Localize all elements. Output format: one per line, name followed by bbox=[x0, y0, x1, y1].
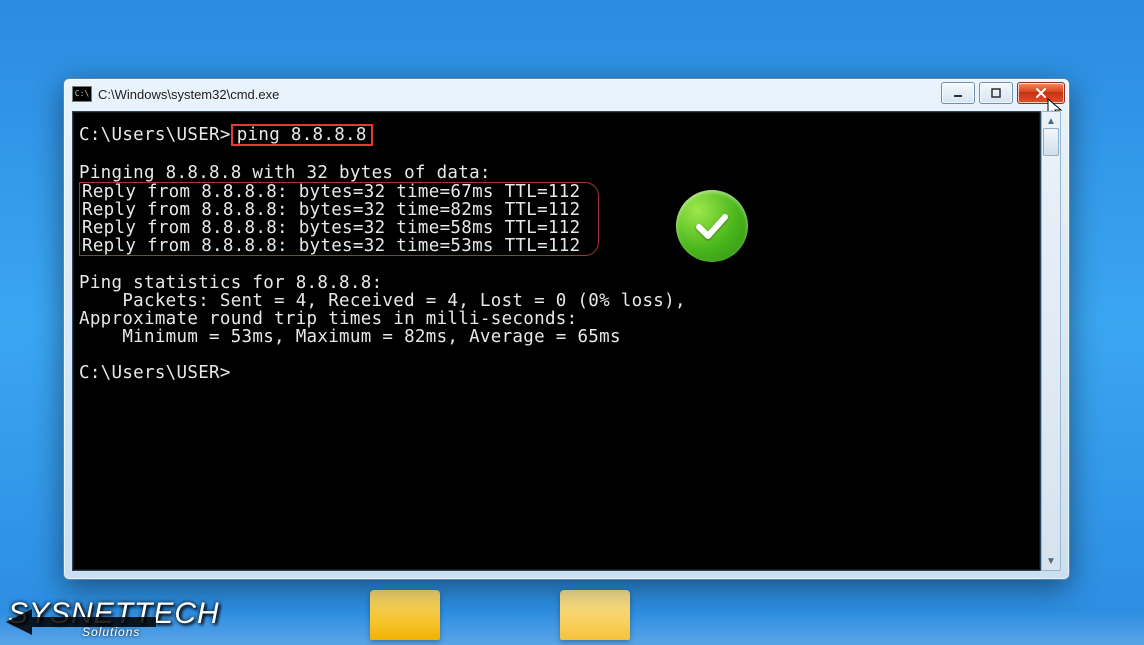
cmd-icon-text: C:\ bbox=[75, 90, 89, 98]
typed-command: ping 8.8.8.8 bbox=[231, 124, 373, 146]
ping-replies-block: Reply from 8.8.8.8: bytes=32 time=67ms T… bbox=[79, 182, 599, 256]
vertical-scrollbar[interactable]: ▲ ▼ bbox=[1041, 111, 1061, 571]
scrollbar-thumb[interactable] bbox=[1043, 128, 1059, 156]
success-check-badge bbox=[676, 190, 748, 262]
minimize-icon bbox=[953, 88, 963, 98]
brand-arrow-icon bbox=[6, 605, 216, 639]
cmd-icon: C:\ bbox=[72, 86, 92, 102]
prompt: C:\Users\USER> bbox=[79, 125, 231, 145]
close-icon bbox=[1035, 87, 1047, 99]
ping-stats-packets: Packets: Sent = 4, Received = 4, Lost = … bbox=[79, 291, 686, 311]
close-button[interactable] bbox=[1017, 82, 1065, 104]
terminal-output: C:\Users\USER>ping 8.8.8.8 Pinging 8.8.8… bbox=[73, 112, 1040, 388]
maximize-icon bbox=[991, 88, 1001, 98]
ping-reply-line: Reply from 8.8.8.8: bytes=32 time=82ms T… bbox=[82, 200, 580, 220]
window-title: C:\Windows\system32\cmd.exe bbox=[98, 87, 279, 102]
ping-header-line: Pinging 8.8.8.8 with 32 bytes of data: bbox=[79, 163, 491, 183]
ping-rtt-values: Minimum = 53ms, Maximum = 82ms, Average … bbox=[79, 327, 621, 347]
titlebar[interactable]: C:\ C:\Windows\system32\cmd.exe bbox=[64, 79, 1069, 109]
ping-reply-line: Reply from 8.8.8.8: bytes=32 time=53ms T… bbox=[82, 236, 580, 256]
cmd-window: C:\ C:\Windows\system32\cmd.exe C:\Users… bbox=[63, 78, 1070, 580]
check-icon bbox=[691, 205, 733, 247]
ping-reply-line: Reply from 8.8.8.8: bytes=32 time=58ms T… bbox=[82, 218, 580, 238]
ping-stats-header: Ping statistics for 8.8.8.8: bbox=[79, 273, 382, 293]
ping-reply-line: Reply from 8.8.8.8: bytes=32 time=67ms T… bbox=[82, 182, 580, 202]
taskbar-folder-icon bbox=[560, 590, 630, 640]
scroll-up-icon[interactable]: ▲ bbox=[1044, 114, 1058, 128]
terminal-viewport[interactable]: C:\Users\USER>ping 8.8.8.8 Pinging 8.8.8… bbox=[72, 111, 1041, 571]
scroll-down-icon[interactable]: ▼ bbox=[1044, 554, 1058, 568]
window-controls bbox=[941, 82, 1065, 104]
ping-rtt-header: Approximate round trip times in milli-se… bbox=[79, 309, 577, 329]
prompt: C:\Users\USER> bbox=[79, 363, 231, 383]
brand-watermark: SYSNETTECH Solutions bbox=[8, 597, 220, 639]
minimize-button[interactable] bbox=[941, 82, 975, 104]
maximize-button[interactable] bbox=[979, 82, 1013, 104]
taskbar-folder-icon bbox=[370, 590, 440, 640]
